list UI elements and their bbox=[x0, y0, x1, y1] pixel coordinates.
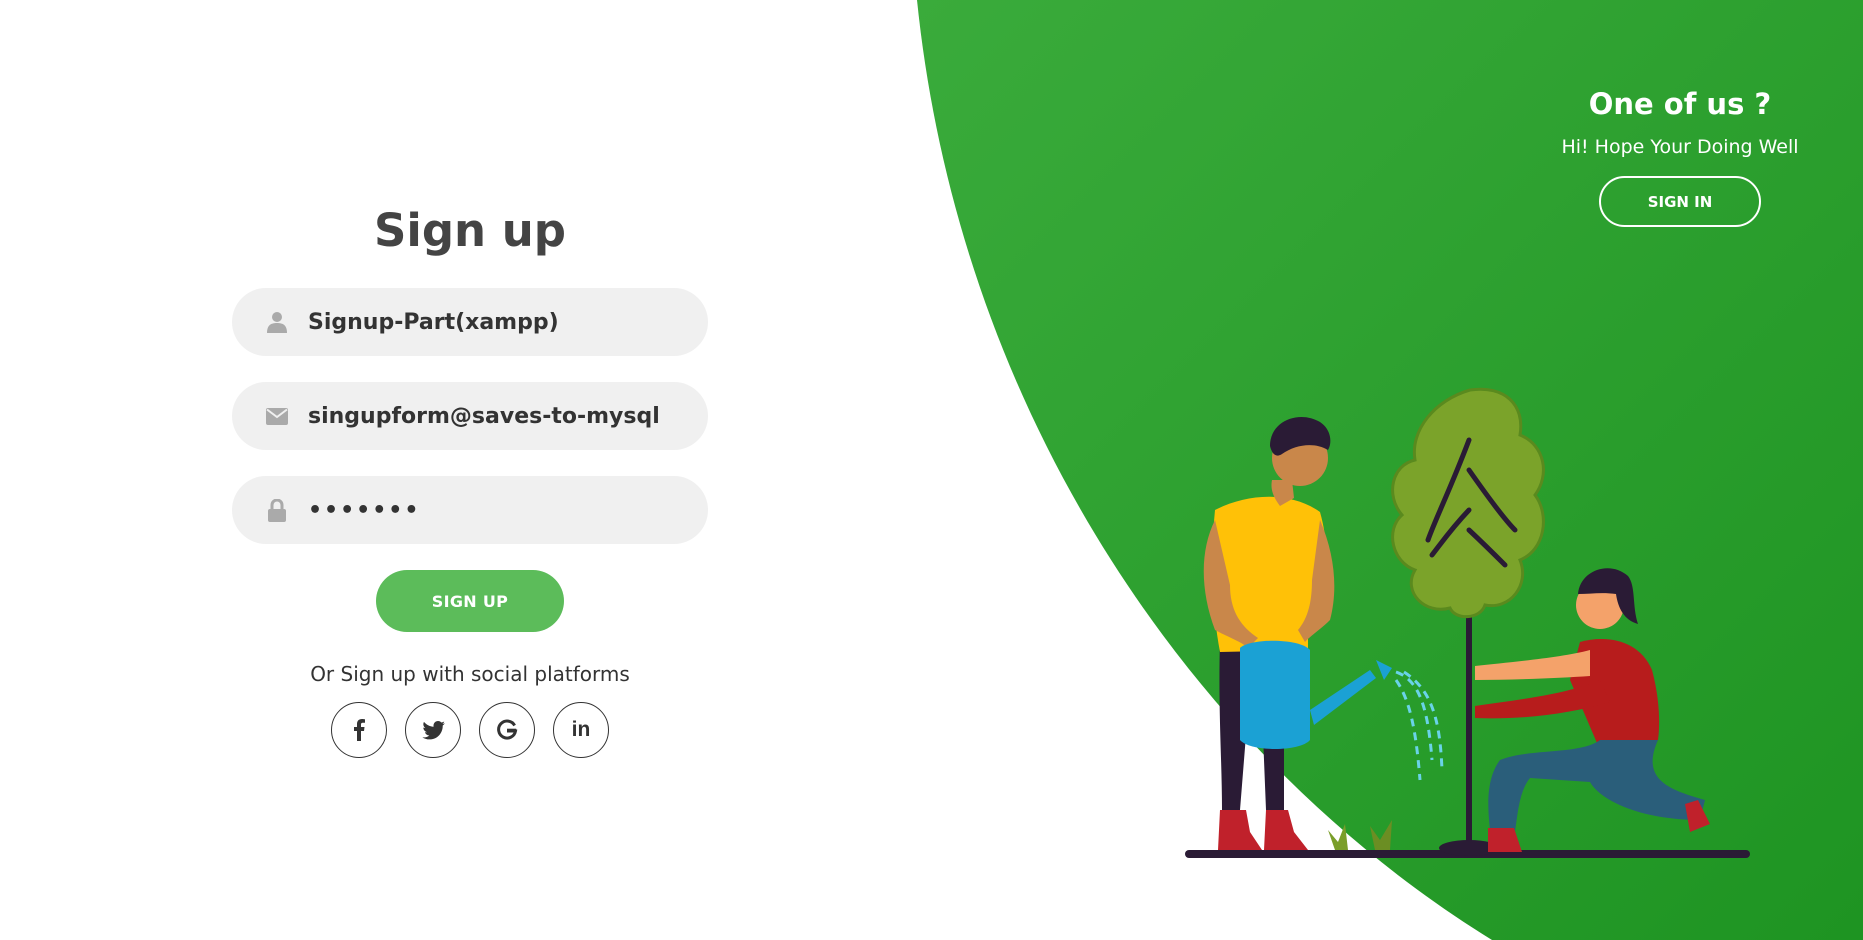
username-input[interactable] bbox=[308, 309, 688, 335]
google-button[interactable] bbox=[479, 702, 535, 758]
planting-illustration bbox=[1185, 387, 1750, 858]
twitter-button[interactable] bbox=[405, 702, 461, 758]
signin-button[interactable]: SIGN IN bbox=[1599, 176, 1761, 227]
user-icon bbox=[264, 309, 290, 335]
signin-panel: One of us ? Hi! Hope Your Doing Well SIG… bbox=[1520, 84, 1840, 227]
social-buttons: in bbox=[331, 702, 609, 758]
username-field[interactable] bbox=[232, 288, 708, 356]
email-field[interactable] bbox=[232, 382, 708, 450]
signup-form: Sign up SIGN UP Or Sign up with social p… bbox=[232, 200, 708, 758]
linkedin-button[interactable]: in bbox=[553, 702, 609, 758]
twitter-icon bbox=[421, 720, 445, 739]
envelope-icon bbox=[264, 403, 290, 429]
social-signup-text: Or Sign up with social platforms bbox=[310, 662, 630, 686]
linkedin-icon: in bbox=[571, 718, 591, 741]
password-input[interactable] bbox=[308, 497, 688, 523]
lock-icon bbox=[264, 497, 290, 523]
google-icon bbox=[497, 719, 518, 740]
email-input[interactable] bbox=[308, 403, 688, 429]
panel-subtitle: Hi! Hope Your Doing Well bbox=[1561, 136, 1799, 158]
signup-title: Sign up bbox=[374, 204, 566, 257]
panel-title: One of us ? bbox=[1588, 87, 1772, 121]
facebook-button[interactable] bbox=[331, 702, 387, 758]
facebook-icon bbox=[354, 719, 365, 741]
password-field[interactable] bbox=[232, 476, 708, 544]
signup-button[interactable]: SIGN UP bbox=[376, 570, 564, 632]
